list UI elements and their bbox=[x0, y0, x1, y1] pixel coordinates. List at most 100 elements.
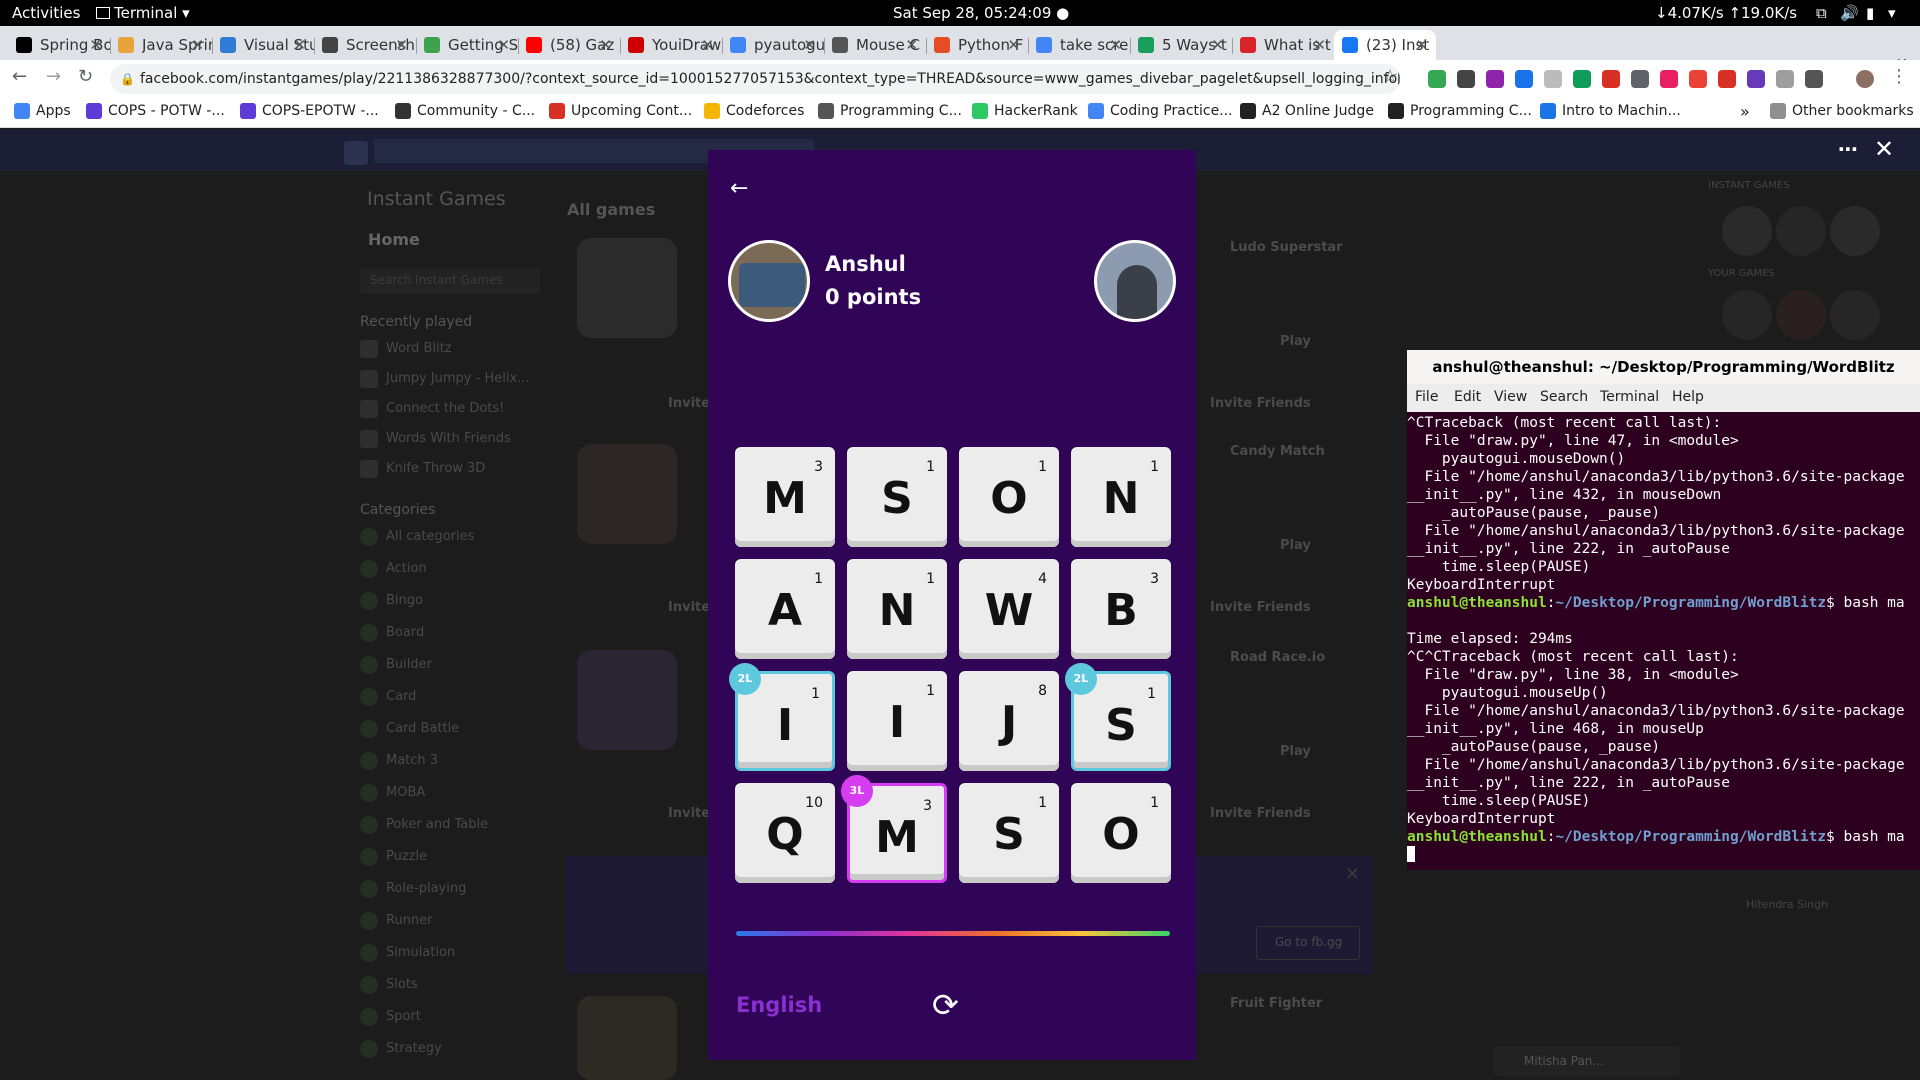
category-item[interactable]: Action bbox=[386, 561, 427, 576]
browser-extension-icon[interactable] bbox=[1573, 70, 1591, 88]
rail-game-icon[interactable] bbox=[1722, 290, 1772, 340]
category-item[interactable]: Builder bbox=[386, 657, 432, 672]
category-item[interactable]: Strategy bbox=[386, 1041, 442, 1056]
category-item[interactable]: Sport bbox=[386, 1009, 421, 1024]
quiz-thumbnail[interactable] bbox=[577, 650, 677, 750]
tab-close-icon[interactable]: ✕ bbox=[293, 36, 306, 54]
recently-played-item[interactable]: Jumpy Jumpy - Helix... bbox=[386, 371, 530, 386]
browser-extension-icon[interactable] bbox=[1515, 70, 1533, 88]
letter-tile[interactable]: S1 bbox=[959, 783, 1059, 883]
profile-avatar[interactable] bbox=[1856, 70, 1874, 88]
letter-tile[interactable]: O1 bbox=[1071, 783, 1171, 883]
tab-close-icon[interactable]: ✕ bbox=[905, 36, 918, 54]
browser-extension-icon[interactable] bbox=[1457, 70, 1475, 88]
address-bar[interactable]: 🔒 facebook.com/instantgames/play/2211386… bbox=[110, 64, 1400, 94]
browser-tab[interactable]: Screensh ✕ bbox=[314, 30, 417, 60]
letter-tile[interactable]: I1 bbox=[847, 671, 947, 771]
rotate-board-icon[interactable]: ⟳ bbox=[932, 986, 959, 1024]
reload-button[interactable]: ↻ bbox=[78, 66, 93, 87]
banner-close-icon[interactable]: ✕ bbox=[1345, 864, 1360, 885]
contact-name[interactable]: Hitendra Singh bbox=[1746, 898, 1828, 911]
browser-extension-icon[interactable] bbox=[1689, 70, 1707, 88]
rail-game-icon[interactable] bbox=[1830, 290, 1880, 340]
category-item[interactable]: Match 3 bbox=[386, 753, 438, 768]
category-item[interactable]: All categories bbox=[386, 529, 474, 544]
browser-extension-icon[interactable] bbox=[1805, 70, 1823, 88]
menu-edit[interactable]: Edit bbox=[1454, 389, 1481, 405]
tab-close-icon[interactable]: ✕ bbox=[803, 36, 816, 54]
category-item[interactable]: Card bbox=[386, 689, 416, 704]
tab-close-icon[interactable]: ✕ bbox=[1415, 36, 1428, 54]
bookmarks-overflow-chevron-icon[interactable]: » bbox=[1740, 102, 1750, 121]
terminal-window[interactable]: anshul@theanshul: ~/Desktop/Programming/… bbox=[1407, 350, 1920, 870]
letter-tile[interactable]: A1 bbox=[735, 559, 835, 659]
bookmark-item[interactable]: Apps bbox=[14, 103, 71, 119]
close-game-icon[interactable]: ✕ bbox=[1874, 135, 1894, 163]
forward-button[interactable]: → bbox=[46, 66, 61, 87]
bookmark-star-icon[interactable]: ☆ bbox=[1382, 66, 1398, 87]
letter-tile[interactable]: B3 bbox=[1071, 559, 1171, 659]
battery-icon[interactable]: ▮ bbox=[1866, 4, 1874, 22]
letter-tile[interactable]: O1 bbox=[959, 447, 1059, 547]
letter-tile[interactable]: W4 bbox=[959, 559, 1059, 659]
browser-tab[interactable]: (23) Inst ✕ bbox=[1334, 30, 1436, 60]
bookmark-item[interactable]: Community - C... bbox=[395, 103, 535, 119]
browser-tab[interactable]: Getting S ✕ bbox=[416, 30, 519, 60]
game-thumbnail[interactable] bbox=[577, 996, 677, 1080]
helix-thumbnail[interactable] bbox=[577, 444, 677, 544]
menu-view[interactable]: View bbox=[1494, 389, 1527, 405]
category-item[interactable]: Poker and Table bbox=[386, 817, 488, 832]
browser-extension-icon[interactable] bbox=[1776, 70, 1794, 88]
browser-extension-icon[interactable] bbox=[1631, 70, 1649, 88]
bookmark-item[interactable]: Intro to Machin... bbox=[1540, 103, 1681, 119]
back-arrow-icon[interactable]: ← bbox=[730, 176, 748, 201]
browser-extension-icon[interactable] bbox=[1428, 70, 1446, 88]
play-button[interactable]: Play bbox=[1280, 538, 1311, 553]
chat-tab[interactable]: Mitisha Pan... bbox=[1494, 1046, 1680, 1076]
bookmark-item[interactable]: Upcoming Cont... bbox=[549, 103, 692, 119]
system-menu-chevron-icon[interactable]: ▾ bbox=[1888, 4, 1896, 22]
language-label[interactable]: English bbox=[736, 993, 822, 1017]
menu-terminal[interactable]: Terminal bbox=[1600, 389, 1659, 405]
go-to-fbgg-button[interactable]: Go to fb.gg bbox=[1256, 926, 1360, 960]
tab-close-icon[interactable]: ✕ bbox=[599, 36, 612, 54]
recently-played-item[interactable]: Word Blitz bbox=[386, 341, 452, 356]
network-icon[interactable]: ⧉ bbox=[1816, 4, 1827, 22]
recently-played-item[interactable]: Words With Friends bbox=[386, 431, 511, 446]
invite-friends-link[interactable]: Invite Friends bbox=[1210, 806, 1311, 821]
terminal-output[interactable]: ^CTraceback (most recent call last): Fil… bbox=[1407, 414, 1920, 864]
terminal-app-menu[interactable]: Terminal ▾ bbox=[96, 4, 190, 22]
rail-game-icon[interactable] bbox=[1776, 206, 1826, 256]
menu-search[interactable]: Search bbox=[1540, 389, 1588, 405]
tab-close-icon[interactable]: ✕ bbox=[1211, 36, 1224, 54]
browser-extension-icon[interactable] bbox=[1544, 70, 1562, 88]
letter-tile[interactable]: S1 bbox=[847, 447, 947, 547]
browser-tab[interactable]: 5 Ways t ✕ bbox=[1130, 30, 1233, 60]
tab-close-icon[interactable]: ✕ bbox=[1007, 36, 1020, 54]
back-button[interactable]: ← bbox=[12, 66, 27, 87]
invite-friends-link[interactable]: Invite Friends bbox=[1210, 396, 1311, 411]
tab-close-icon[interactable]: ✕ bbox=[191, 36, 204, 54]
browser-tab[interactable]: Visual Stu ✕ bbox=[212, 30, 315, 60]
game-title[interactable]: Road Race.io bbox=[1230, 650, 1325, 665]
category-item[interactable]: MOBA bbox=[386, 785, 425, 800]
category-item[interactable]: Runner bbox=[386, 913, 433, 928]
browser-tab[interactable]: pyautogu ✕ bbox=[722, 30, 825, 60]
letter-tile[interactable]: M3 bbox=[735, 447, 835, 547]
browser-menu-icon[interactable]: ⋮ bbox=[1890, 66, 1908, 87]
category-item[interactable]: Slots bbox=[386, 977, 418, 992]
bookmark-item[interactable]: Codeforces bbox=[704, 103, 804, 119]
browser-extension-icon[interactable] bbox=[1660, 70, 1678, 88]
browser-tab[interactable]: (58) Gaz ✕ bbox=[518, 30, 621, 60]
tab-close-icon[interactable]: ✕ bbox=[395, 36, 408, 54]
play-button[interactable]: Play bbox=[1280, 744, 1311, 759]
browser-tab[interactable]: Python F ✕ bbox=[926, 30, 1029, 60]
tab-close-icon[interactable]: ✕ bbox=[1313, 36, 1326, 54]
bookmark-item[interactable]: Programming C... bbox=[818, 103, 962, 119]
recently-played-item[interactable]: Knife Throw 3D bbox=[386, 461, 485, 476]
browser-tab[interactable]: Spring Bo ✕ bbox=[8, 30, 111, 60]
browser-extension-icon[interactable] bbox=[1486, 70, 1504, 88]
category-item[interactable]: Simulation bbox=[386, 945, 455, 960]
menu-help[interactable]: Help bbox=[1672, 389, 1704, 405]
browser-tab[interactable]: Java Sprin ✕ bbox=[110, 30, 213, 60]
